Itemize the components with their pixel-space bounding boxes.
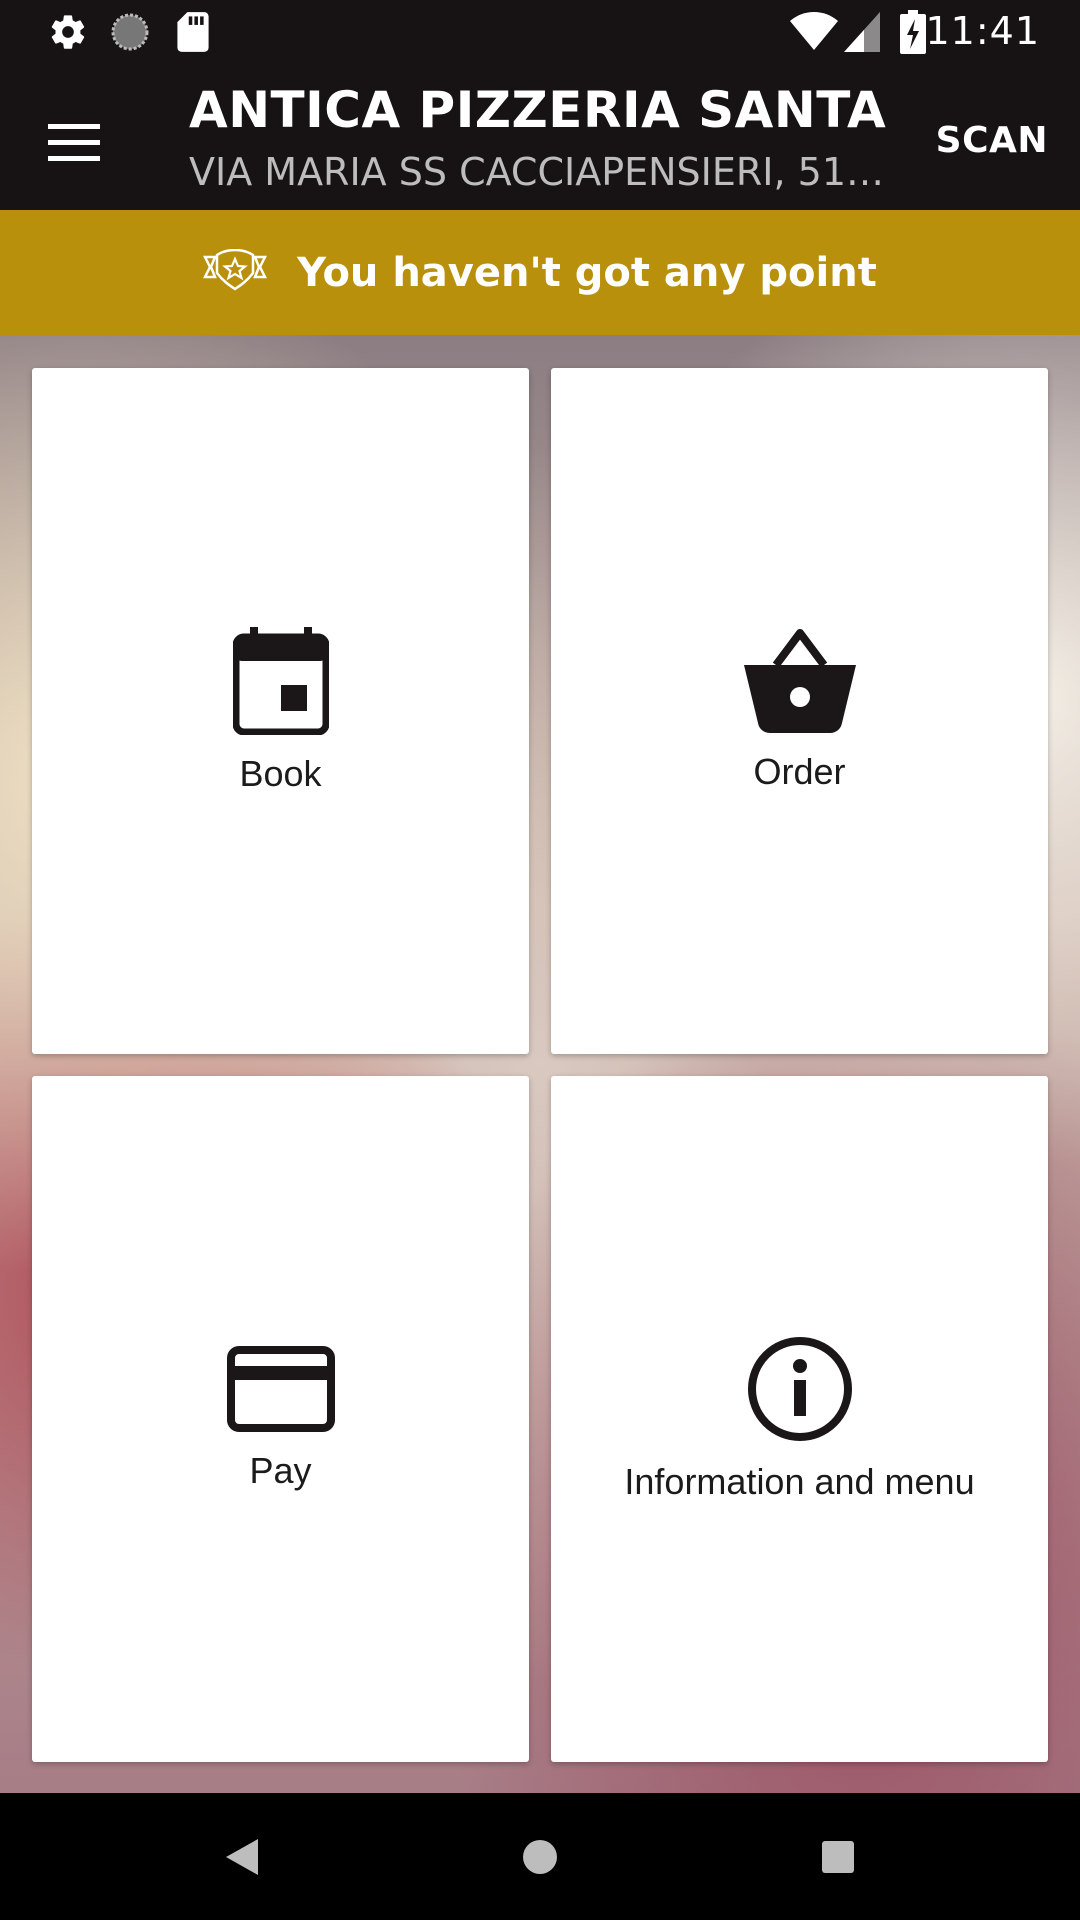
page-title: ANTICA PIZZERIA SANTA L… (189, 81, 889, 139)
hamburger-menu-icon[interactable] (34, 103, 114, 183)
information-menu-tile[interactable]: Information and menu (551, 1076, 1048, 1762)
order-tile[interactable]: Order (551, 368, 1048, 1054)
scan-button[interactable]: SCAN (936, 111, 1048, 171)
home-icon[interactable] (470, 1793, 610, 1920)
tile-label: Information and menu (624, 1461, 975, 1502)
status-bar: 11:41 (0, 0, 1080, 63)
wifi-icon (790, 0, 838, 63)
basket-icon (742, 629, 858, 733)
pay-tile[interactable]: Pay (32, 1076, 529, 1762)
back-icon[interactable] (172, 1793, 312, 1920)
tile-label: Pay (249, 1450, 312, 1491)
status-time: 11:41 (925, 9, 1040, 53)
book-tile[interactable]: Book (32, 368, 529, 1054)
system-nav-bar (0, 1793, 1080, 1920)
recents-icon[interactable] (768, 1793, 908, 1920)
points-message: You haven't got any point (297, 249, 877, 296)
points-banner[interactable]: You haven't got any point (0, 210, 1080, 335)
star-ribbon-icon (203, 248, 268, 297)
settings-icon (48, 0, 88, 63)
calendar-icon (232, 627, 329, 735)
tile-label: Order (753, 751, 846, 792)
signal-icon (844, 0, 880, 63)
page-subtitle-address: VIA MARIA SS CACCIAPENSIERI, 51… (189, 150, 885, 194)
battery-charging-icon (900, 0, 926, 63)
sd-card-icon (176, 0, 210, 63)
app-bar: ANTICA PIZZERIA SANTA L… VIA MARIA SS CA… (0, 63, 1080, 210)
credit-card-icon (226, 1346, 335, 1432)
main-content: Book Order Pay Information and menu (0, 335, 1080, 1793)
info-icon (746, 1335, 854, 1443)
loading-circle-icon (110, 0, 150, 63)
tile-label: Book (239, 753, 322, 794)
